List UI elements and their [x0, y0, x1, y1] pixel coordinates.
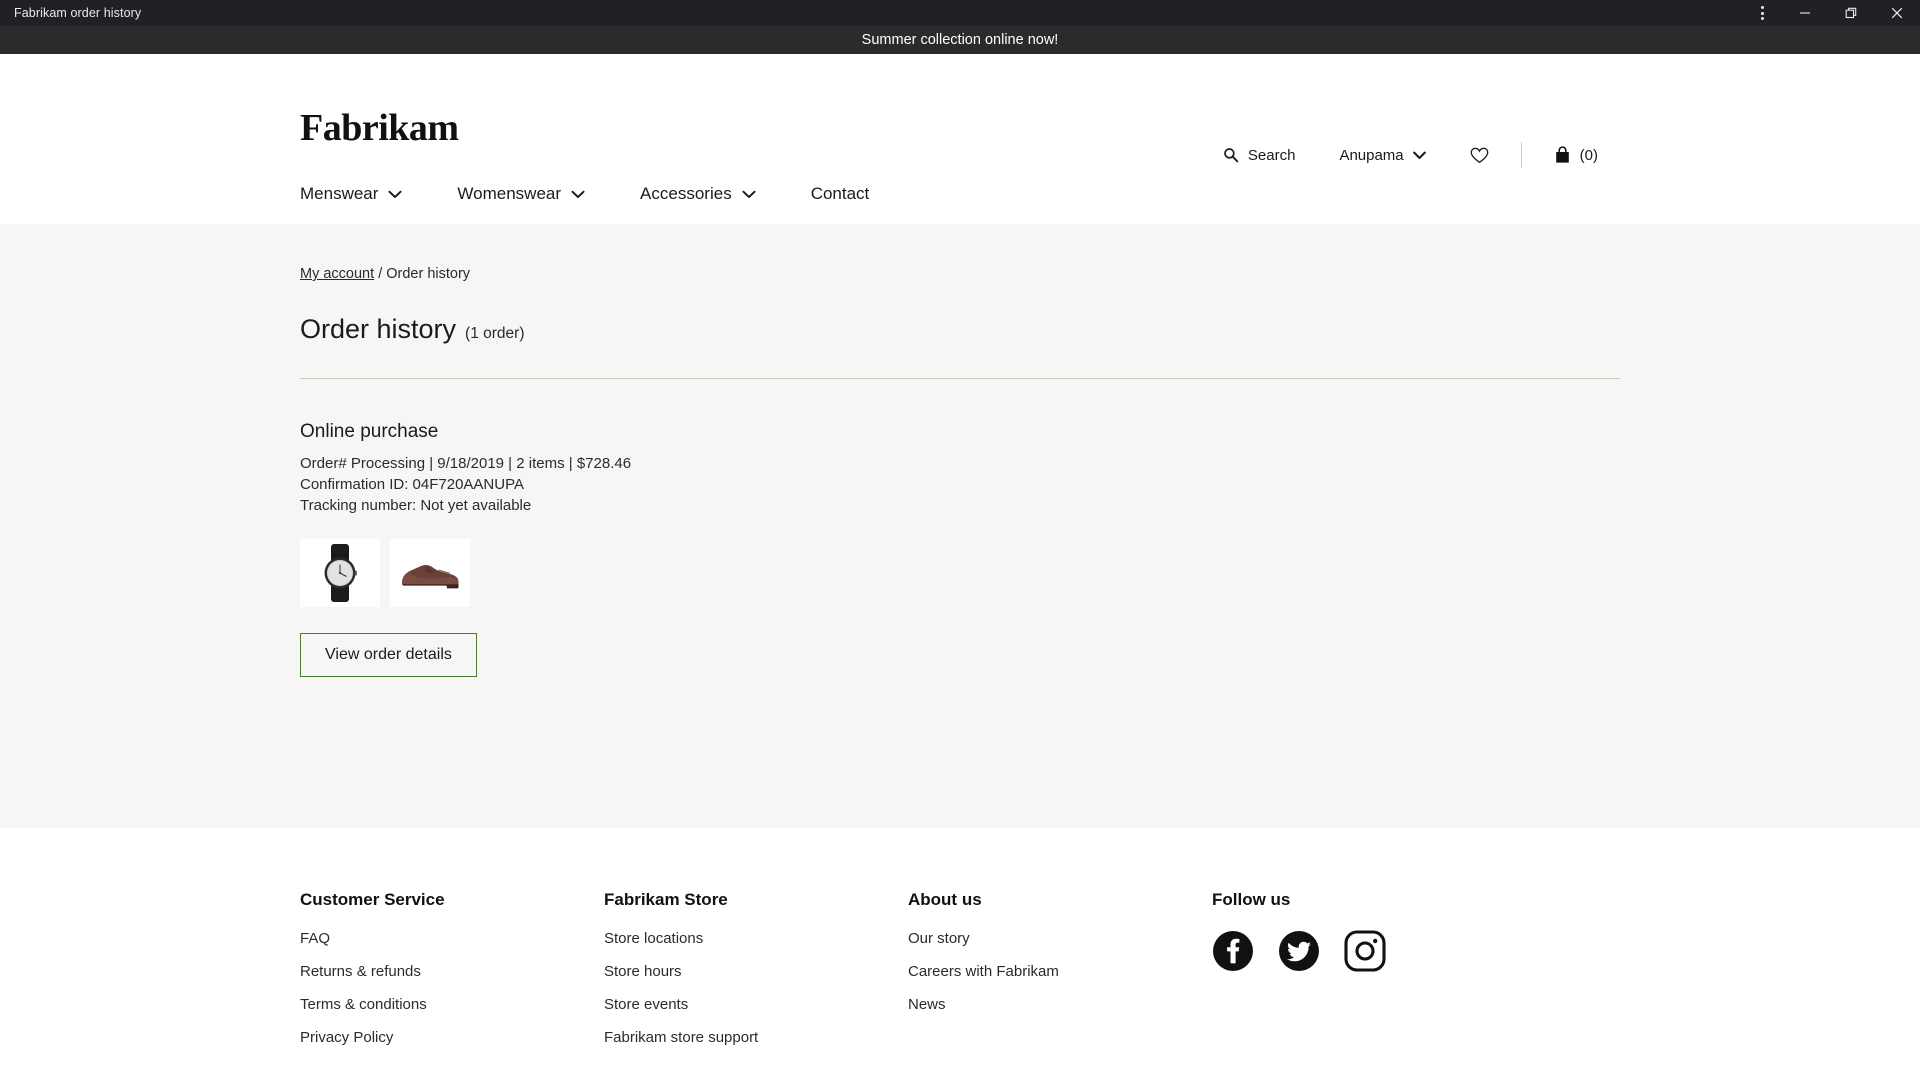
footer-link-store-locations[interactable]: Store locations [604, 930, 908, 947]
footer-link-terms-conditions[interactable]: Terms & conditions [300, 996, 604, 1013]
social-links [1212, 930, 1516, 972]
site-footer: Customer Service FAQ Returns & refunds T… [0, 828, 1920, 1080]
chevron-down-icon [1412, 151, 1426, 160]
window-controls [1742, 0, 1920, 26]
nav-label: Contact [810, 184, 870, 203]
order-tracking-number: Tracking number: Not yet available [300, 497, 532, 514]
more-options-icon[interactable] [1742, 0, 1782, 26]
search-button[interactable]: Search [1201, 147, 1318, 164]
breadcrumb-separator: / [378, 266, 383, 282]
header-utilities: Search Anupama (0) [1201, 142, 1620, 168]
footer-link-careers[interactable]: Careers with Fabrikam [908, 963, 1212, 980]
instagram-icon[interactable] [1344, 930, 1386, 972]
promo-banner: Summer collection online now! [0, 26, 1920, 54]
window-titlebar: Fabrikam order history [0, 0, 1920, 26]
footer-link-store-events[interactable]: Store events [604, 996, 908, 1013]
breadcrumb-link-my-account[interactable]: My account [300, 266, 374, 282]
account-label: Anupama [1339, 146, 1404, 164]
close-icon[interactable] [1874, 0, 1920, 26]
order-thumbnails [300, 539, 1620, 607]
facebook-icon[interactable] [1212, 930, 1254, 972]
product-thumbnail-shoe[interactable] [390, 539, 470, 607]
breadcrumb-current: Order history [386, 266, 471, 282]
minimize-icon[interactable] [1782, 0, 1828, 26]
footer-column-follow-us: Follow us [1212, 828, 1516, 1080]
nav-item-menswear[interactable]: Menswear [300, 184, 402, 204]
shopping-bag-icon [1554, 146, 1571, 164]
footer-column-title: Fabrikam Store [604, 890, 728, 909]
header-divider [1520, 142, 1522, 168]
footer-link-store-hours[interactable]: Store hours [604, 963, 908, 980]
footer-link-our-story[interactable]: Our story [908, 930, 1212, 947]
cart-button[interactable]: (0) [1532, 146, 1620, 164]
footer-link-returns-refunds[interactable]: Returns & refunds [300, 963, 604, 980]
twitter-icon[interactable] [1278, 930, 1320, 972]
product-thumbnail-watch[interactable] [300, 539, 380, 607]
footer-column-title: Follow us [1212, 890, 1291, 909]
chevron-down-icon [388, 184, 402, 204]
restore-icon[interactable] [1828, 0, 1874, 26]
nav-label: Womenswear [457, 184, 562, 203]
title-divider [300, 378, 1620, 379]
page-title: Order history (1 order) [300, 314, 1620, 345]
promo-banner-text: Summer collection online now! [861, 32, 1059, 48]
search-label: Search [1247, 146, 1296, 164]
site-header: Fabrikam Search Anupama (0) [0, 54, 1920, 168]
order-count: (1 order) [465, 325, 525, 342]
nav-item-contact[interactable]: Contact [811, 184, 870, 204]
footer-link-faq[interactable]: FAQ [300, 930, 604, 947]
main-content: My account / Order history Order history… [0, 224, 1920, 828]
cart-count: (0) [1579, 146, 1598, 164]
order-confirmation-id: Confirmation ID: 04F720AANUPA [300, 476, 524, 493]
main-navigation: Menswear Womenswear Accessories Contact [0, 164, 1920, 224]
heart-icon [1470, 147, 1489, 164]
footer-column-about-us: About us Our story Careers with Fabrikam… [908, 828, 1212, 1080]
footer-column-title: Customer Service [300, 890, 445, 909]
footer-column-fabrikam-store: Fabrikam Store Store locations Store hou… [604, 828, 908, 1080]
window-title: Fabrikam order history [14, 6, 142, 20]
order-heading: Online purchase [300, 421, 439, 442]
nav-item-accessories[interactable]: Accessories [640, 184, 756, 204]
nav-label: Accessories [640, 184, 732, 203]
search-icon [1223, 147, 1239, 163]
chevron-down-icon [571, 184, 585, 204]
footer-column-title: About us [908, 890, 982, 909]
footer-column-customer-service: Customer Service FAQ Returns & refunds T… [300, 828, 604, 1080]
account-menu[interactable]: Anupama [1317, 147, 1447, 164]
nav-item-womenswear[interactable]: Womenswear [457, 184, 585, 204]
view-order-details-button[interactable]: View order details [300, 633, 477, 677]
nav-label: Menswear [300, 184, 379, 203]
breadcrumb: My account / Order history [300, 224, 1620, 282]
page-title-text: Order history [300, 314, 457, 344]
footer-link-store-support[interactable]: Fabrikam store support [604, 1029, 908, 1046]
chevron-down-icon [742, 184, 756, 204]
footer-link-news[interactable]: News [908, 996, 1212, 1013]
footer-link-privacy-policy[interactable]: Privacy Policy [300, 1029, 604, 1046]
wishlist-button[interactable] [1448, 147, 1511, 164]
order-summary: Order# Processing | 9/18/2019 | 2 items … [300, 455, 632, 472]
brand-logo[interactable]: Fabrikam [300, 106, 459, 150]
order-card: Online purchase Order# Processing | 9/18… [300, 421, 1620, 677]
